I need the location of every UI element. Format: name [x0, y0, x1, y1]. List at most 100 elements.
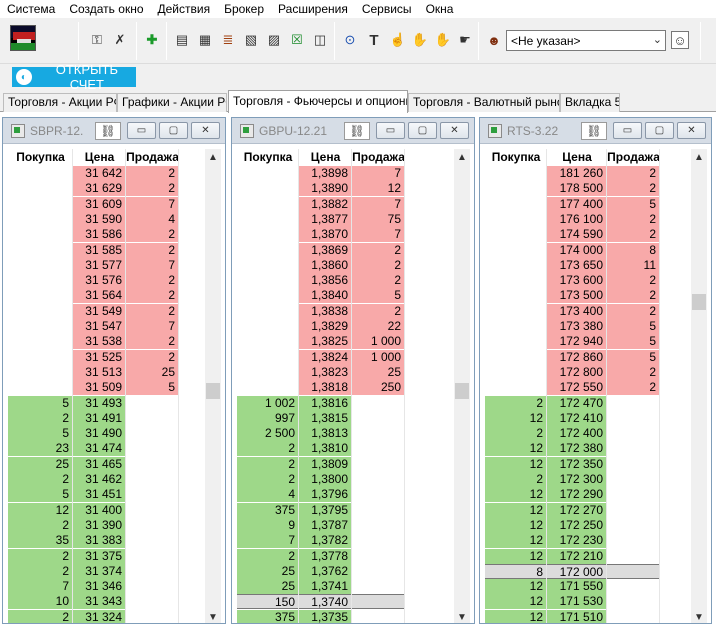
- price-cell[interactable]: 1,3829: [299, 319, 351, 334]
- buy-cell[interactable]: [8, 227, 72, 243]
- menu-item[interactable]: Брокер: [217, 0, 271, 18]
- sell-cell[interactable]: [607, 579, 659, 595]
- price-cell[interactable]: 1,3816: [299, 395, 351, 411]
- buy-cell[interactable]: 2 500: [237, 426, 298, 442]
- buy-cell[interactable]: 12: [485, 502, 546, 518]
- column-header-price[interactable]: Цена: [299, 149, 352, 165]
- panel-titlebar[interactable]: GBPU-12.21 ⛓ ▭ ▢ ✕: [232, 118, 474, 144]
- buy-cell[interactable]: [8, 211, 72, 227]
- sell-cell[interactable]: 2: [607, 303, 659, 319]
- orderbook-row[interactable]: 31 585 2: [8, 242, 179, 258]
- price-cell[interactable]: 1,3740: [299, 594, 351, 610]
- buy-cell[interactable]: [237, 242, 298, 258]
- sell-cell[interactable]: [352, 563, 404, 579]
- buy-cell[interactable]: 997: [237, 410, 298, 426]
- orderbook-row[interactable]: 2 31 462: [8, 472, 179, 487]
- price-cell[interactable]: 31 629: [73, 181, 125, 197]
- sell-cell[interactable]: [607, 395, 659, 411]
- buy-cell[interactable]: 5: [8, 487, 72, 503]
- sell-cell[interactable]: 22: [352, 319, 404, 334]
- price-cell[interactable]: 1,3762: [299, 563, 351, 579]
- buy-cell[interactable]: 10: [8, 594, 72, 610]
- sell-cell[interactable]: 250: [352, 380, 404, 396]
- price-cell[interactable]: 31 609: [73, 196, 125, 212]
- buy-cell[interactable]: [237, 166, 298, 181]
- column-header-buy[interactable]: Покупка: [237, 149, 299, 165]
- orderbook-row[interactable]: 12 172 410: [485, 410, 660, 426]
- price-cell[interactable]: 172 410: [547, 410, 606, 426]
- orderbook-row[interactable]: 12 172 250: [485, 517, 660, 533]
- price-cell[interactable]: 172 940: [547, 334, 606, 350]
- price-cell[interactable]: 31 400: [73, 502, 125, 518]
- buy-cell[interactable]: 7: [237, 533, 298, 549]
- price-cell[interactable]: 31 538: [73, 334, 125, 350]
- sell-cell[interactable]: [126, 441, 178, 457]
- sell-cell[interactable]: [352, 517, 404, 533]
- sell-cell[interactable]: [607, 441, 659, 457]
- sell-cell[interactable]: [126, 410, 178, 426]
- orderbook-row[interactable]: 1 002 1,3816: [237, 395, 405, 411]
- orderbook-row[interactable]: 172 800 2: [485, 364, 660, 380]
- price-cell[interactable]: 31 465: [73, 456, 125, 472]
- buy-cell[interactable]: 12: [485, 548, 546, 564]
- price-cell[interactable]: 171 550: [547, 579, 606, 595]
- orderbook-row[interactable]: 31 564 2: [8, 288, 179, 304]
- scroll-up-icon[interactable]: ▲: [691, 149, 707, 165]
- sell-cell[interactable]: 2: [126, 166, 178, 181]
- sell-cell[interactable]: 2: [607, 273, 659, 289]
- minimize-button[interactable]: ▭: [376, 122, 405, 139]
- sell-cell[interactable]: 2: [126, 303, 178, 319]
- price-cell[interactable]: 1,3810: [299, 441, 351, 457]
- orderbook-row[interactable]: 10 31 343: [8, 594, 179, 610]
- orderbook-row[interactable]: 31 590 4: [8, 211, 179, 227]
- vertical-scrollbar[interactable]: ▲ ▼: [205, 149, 221, 623]
- price-cell[interactable]: 1,3800: [299, 472, 351, 487]
- orderbook-row[interactable]: 173 650 11: [485, 257, 660, 273]
- price-cell[interactable]: 31 525: [73, 349, 125, 365]
- buy-cell[interactable]: [485, 273, 546, 289]
- price-cell[interactable]: 1,3818: [299, 380, 351, 396]
- buy-cell[interactable]: 12: [485, 609, 546, 623]
- sell-cell[interactable]: [607, 487, 659, 503]
- price-cell[interactable]: 1,3796: [299, 487, 351, 503]
- orderbook-row[interactable]: 1,3818 250: [237, 380, 405, 396]
- sell-cell[interactable]: [607, 594, 659, 610]
- buy-cell[interactable]: [237, 334, 298, 350]
- orderbook-row[interactable]: 2 1,3800: [237, 472, 405, 487]
- price-cell[interactable]: 172 270: [547, 502, 606, 518]
- link-group-icon[interactable]: ⛓: [581, 122, 607, 140]
- price-cell[interactable]: 177 400: [547, 196, 606, 212]
- buy-cell[interactable]: [8, 242, 72, 258]
- price-cell[interactable]: 31 375: [73, 548, 125, 564]
- sell-cell[interactable]: 5: [607, 196, 659, 212]
- cancel-orders-icon[interactable]: ☒: [288, 31, 306, 49]
- orderbook-row[interactable]: 174 590 2: [485, 227, 660, 243]
- buy-cell[interactable]: [485, 319, 546, 334]
- hand-grab-icon[interactable]: ✋: [411, 31, 429, 49]
- price-cell[interactable]: 31 576: [73, 273, 125, 289]
- sell-cell[interactable]: 2: [126, 273, 178, 289]
- orderbook-row[interactable]: 1,3838 2: [237, 303, 405, 319]
- buy-cell[interactable]: 12: [485, 487, 546, 503]
- price-cell[interactable]: 1,3860: [299, 257, 351, 273]
- sell-cell[interactable]: [126, 579, 178, 595]
- sell-cell[interactable]: 2: [352, 257, 404, 273]
- orderbook-row[interactable]: 31 609 7: [8, 196, 179, 212]
- open-account-button[interactable]: ◐ ОТКРЫТЬ СЧЕТ: [12, 62, 136, 92]
- orderbook-row[interactable]: 31 576 2: [8, 273, 179, 289]
- buy-cell[interactable]: [8, 257, 72, 273]
- sell-cell[interactable]: 7: [126, 257, 178, 273]
- orderbook-row[interactable]: 31 525 2: [8, 349, 179, 365]
- scroll-down-icon[interactable]: ▼: [691, 609, 707, 623]
- maximize-button[interactable]: ▢: [159, 122, 188, 139]
- price-cell[interactable]: 176 100: [547, 211, 606, 227]
- buy-cell[interactable]: 2: [8, 410, 72, 426]
- price-cell[interactable]: 171 530: [547, 594, 606, 610]
- orderbook-row[interactable]: 181 260 2: [485, 166, 660, 181]
- maximize-button[interactable]: ▢: [645, 122, 674, 139]
- price-cell[interactable]: 31 462: [73, 472, 125, 487]
- vertical-scrollbar[interactable]: ▲ ▼: [454, 149, 470, 623]
- buy-cell[interactable]: 12: [485, 594, 546, 610]
- buy-cell[interactable]: [237, 211, 298, 227]
- orderbook-row[interactable]: 375 1,3735: [237, 609, 405, 623]
